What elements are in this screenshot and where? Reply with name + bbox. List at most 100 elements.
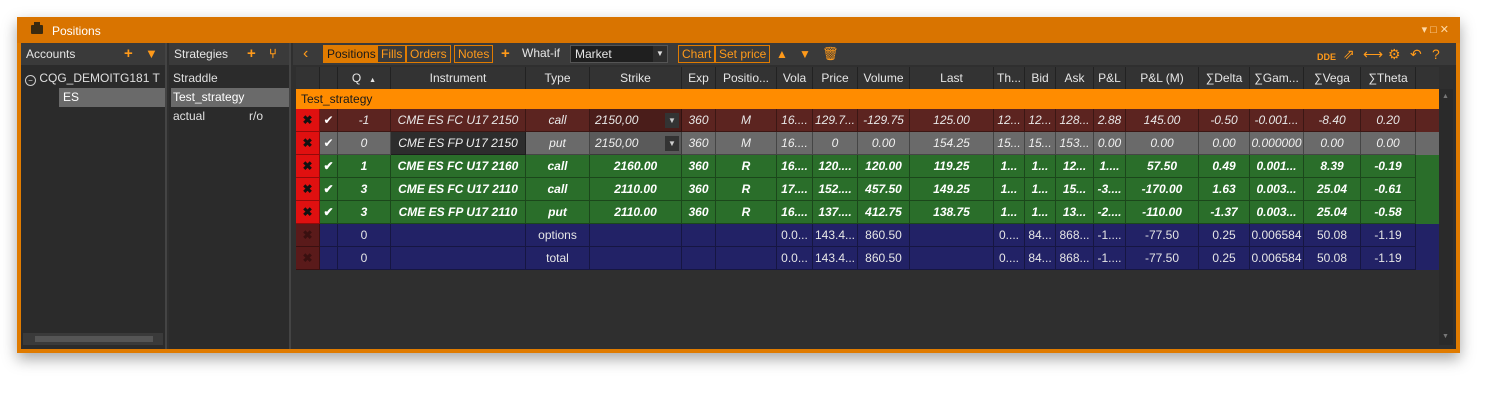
toolbar: ‹ Positions Fills Orders Notes + What-if… <box>293 43 1456 65</box>
table-row[interactable]: ✖ ✔ 3 CME ES FP U17 2110 put 2110.00 360 R 16...… <box>296 201 1439 224</box>
column-header-exp[interactable]: Exp <box>682 67 716 89</box>
cell-strike[interactable]: 2110.00 <box>590 178 682 201</box>
cell-type: total <box>526 247 590 270</box>
table-row[interactable]: ✖ ✔ -1 CME ES FC U17 2150 call 2150,00 ▼ 360 M 16… <box>296 109 1439 132</box>
grid-vscrollbar[interactable]: ▲ ▼ <box>1439 89 1453 345</box>
cell-last <box>910 247 994 270</box>
strategies-header: Strategies + ⑂ <box>169 43 289 65</box>
account-item[interactable]: − CQG_DEMOITG181 T <box>25 69 160 88</box>
tab-fills[interactable]: Fills <box>377 45 407 63</box>
column-header-volume[interactable]: Volume <box>858 67 910 89</box>
column-header-theta[interactable]: ∑Theta <box>1361 67 1416 89</box>
column-header-ask[interactable]: Ask <box>1056 67 1094 89</box>
column-header-strike[interactable]: Strike <box>590 67 682 89</box>
column-header-gamma[interactable]: ∑Gam... <box>1250 67 1304 89</box>
cell-strike[interactable]: 2160.00 <box>590 155 682 178</box>
column-header-check[interactable] <box>320 67 338 89</box>
column-header-q[interactable]: Q ▲ <box>338 67 391 89</box>
strategy-item-test[interactable]: Test_strategy <box>171 88 289 107</box>
dde-icon[interactable]: DDE <box>1317 48 1336 66</box>
column-header-plm[interactable]: P&L (M) <box>1126 67 1199 89</box>
tab-positions[interactable]: Positions <box>323 45 380 63</box>
scroll-thumb[interactable] <box>35 336 153 342</box>
include-checkbox[interactable] <box>320 224 338 247</box>
include-checkbox[interactable]: ✔ <box>320 132 338 155</box>
table-row[interactable]: ✖ 0 options 0.0... 143.4... 860.50 0.... 84... 8… <box>296 224 1439 247</box>
arrow-down-icon[interactable]: ▼ <box>799 45 811 63</box>
strategy-item-actual[interactable]: actual r/o <box>173 107 283 126</box>
remove-position-icon[interactable]: ✖ <box>296 155 320 178</box>
undo-icon[interactable]: ↶ <box>1410 45 1422 63</box>
remove-position-icon[interactable]: ✖ <box>296 109 320 132</box>
tab-orders[interactable]: Orders <box>406 45 451 63</box>
cell-volume: -129.75 <box>858 109 910 132</box>
include-checkbox[interactable]: ✔ <box>320 178 338 201</box>
cell-q[interactable]: 0 <box>338 224 391 247</box>
column-header-instrument[interactable]: Instrument <box>391 67 526 89</box>
table-row[interactable]: ✖ ✔ 3 CME ES FC U17 2110 call 2110.00 360 R 17..… <box>296 178 1439 201</box>
cell-q[interactable]: 0 <box>338 132 391 155</box>
column-header-last[interactable]: Last <box>910 67 994 89</box>
trash-icon[interactable]: 🗑 <box>822 45 839 63</box>
include-checkbox[interactable]: ✔ <box>320 109 338 132</box>
account-item-es[interactable]: ES <box>59 88 165 107</box>
cell-theta: 0.20 <box>1361 109 1416 132</box>
window-controls[interactable]: ▾□✕ <box>1422 23 1452 36</box>
column-header-pl[interactable]: P&L <box>1094 67 1126 89</box>
tab-notes[interactable]: Notes <box>454 45 494 63</box>
chevron-down-icon[interactable]: ▼ <box>653 46 667 62</box>
filter-icon[interactable]: ▼ <box>145 45 158 63</box>
branch-icon[interactable]: ⑂ <box>269 45 277 63</box>
add-account-icon[interactable]: + <box>124 45 133 63</box>
column-header-vola[interactable]: Vola <box>777 67 813 89</box>
add-whatif-icon[interactable]: + <box>501 45 510 63</box>
remove-position-icon[interactable]: ✖ <box>296 201 320 224</box>
cell-q[interactable]: 0 <box>338 247 391 270</box>
title-bar[interactable]: Positions ▾□✕ <box>17 17 1460 43</box>
strategy-item-straddle[interactable]: Straddle <box>173 69 218 88</box>
external-link-icon[interactable]: ⇗ <box>1343 45 1355 63</box>
cell-strike[interactable]: 2150,00 ▼ <box>590 132 682 155</box>
cell-q[interactable]: -1 <box>338 109 391 132</box>
include-checkbox[interactable] <box>320 247 338 270</box>
arrow-up-icon[interactable]: ▲ <box>776 45 788 63</box>
column-header-delta[interactable]: ∑Delta <box>1199 67 1250 89</box>
include-checkbox[interactable]: ✔ <box>320 201 338 224</box>
remove-position-icon[interactable]: ✖ <box>296 247 320 270</box>
cell-strike[interactable]: 2150,00 ▼ <box>590 109 682 132</box>
set-price-button[interactable]: Set price <box>715 45 771 63</box>
chevron-left-icon[interactable]: ‹ <box>303 45 308 63</box>
cell-strike[interactable]: 2110.00 <box>590 201 682 224</box>
whatif-select[interactable]: Market ▼ <box>570 45 668 63</box>
remove-position-icon[interactable]: ✖ <box>296 178 320 201</box>
cell-q[interactable]: 3 <box>338 201 391 224</box>
group-header[interactable]: Test_strategy <box>296 89 1439 109</box>
chevron-down-icon[interactable]: ▼ <box>665 113 679 128</box>
column-header-price[interactable]: Price <box>813 67 858 89</box>
help-icon[interactable]: ? <box>1432 45 1440 63</box>
cell-q[interactable]: 3 <box>338 178 391 201</box>
cell-strike[interactable] <box>590 224 682 247</box>
cell-q[interactable]: 1 <box>338 155 391 178</box>
column-header-th[interactable]: Th... <box>994 67 1025 89</box>
add-strategy-icon[interactable]: + <box>247 45 256 63</box>
remove-position-icon[interactable]: ✖ <box>296 224 320 247</box>
table-row[interactable]: ✖ 0 total 0.0... 143.4... 860.50 0.... 84... 868… <box>296 247 1439 270</box>
chevron-down-icon[interactable]: ▼ <box>665 136 679 151</box>
gear-icon[interactable]: ⚙ <box>1388 45 1401 63</box>
column-header-vega[interactable]: ∑Vega <box>1304 67 1361 89</box>
column-header-x[interactable] <box>296 67 320 89</box>
include-checkbox[interactable]: ✔ <box>320 155 338 178</box>
cell-ask: 13... <box>1056 201 1094 224</box>
accounts-hscrollbar[interactable] <box>23 333 163 345</box>
chart-button[interactable]: Chart <box>678 45 716 63</box>
column-header-bid[interactable]: Bid <box>1025 67 1056 89</box>
expand-horizontal-icon[interactable]: ⟷ <box>1363 45 1383 63</box>
collapse-icon[interactable]: − <box>25 75 36 86</box>
column-header-pos[interactable]: Positio... <box>716 67 777 89</box>
remove-position-icon[interactable]: ✖ <box>296 132 320 155</box>
table-row[interactable]: ✖ ✔ 1 CME ES FC U17 2160 call 2160.00 360 R 16..… <box>296 155 1439 178</box>
cell-strike[interactable] <box>590 247 682 270</box>
column-header-type[interactable]: Type <box>526 67 590 89</box>
table-row[interactable]: ✖ ✔ 0 CME ES FP U17 2150 put 2150,00 ▼ 360 M 16..… <box>296 132 1439 155</box>
